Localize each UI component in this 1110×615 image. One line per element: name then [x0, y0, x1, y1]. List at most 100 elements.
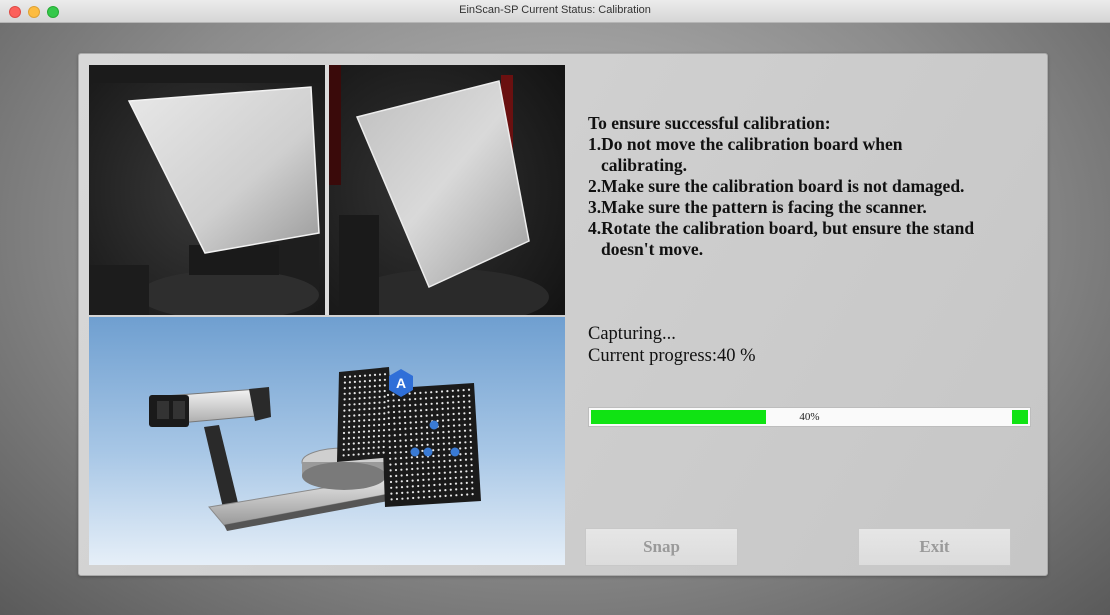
pattern-dot — [382, 429, 386, 432]
pattern-dot — [386, 393, 390, 397]
pattern-dot — [421, 455, 424, 458]
pattern-dot — [411, 491, 415, 494]
pattern-dot — [426, 443, 429, 446]
pattern-dot — [446, 407, 450, 410]
pattern-dot — [405, 462, 408, 465]
pattern-dot — [399, 439, 402, 442]
pattern-dot — [394, 463, 397, 466]
pattern-dot — [452, 407, 455, 410]
pattern-dot — [430, 396, 433, 400]
pattern-dot — [403, 398, 406, 401]
pattern-dot — [387, 411, 390, 414]
pattern-dot — [414, 415, 417, 418]
pattern-dot — [403, 404, 406, 407]
pattern-dot — [378, 412, 381, 415]
instruction-line: 1.Do not move the calibration board when — [588, 134, 903, 154]
pattern-dot — [459, 453, 462, 456]
pattern-dot — [454, 476, 457, 479]
pattern-dot — [449, 488, 452, 491]
pattern-dot — [352, 436, 355, 439]
snap-button[interactable]: Snap — [585, 528, 738, 566]
pattern-dot — [459, 458, 462, 462]
pattern-dot — [353, 420, 356, 423]
pattern-dot — [363, 413, 366, 416]
pattern-dot — [444, 494, 447, 497]
pattern-dot — [377, 446, 380, 449]
pattern-dot — [468, 394, 471, 397]
pattern-dot — [419, 409, 423, 412]
pattern-dot — [415, 438, 418, 441]
pattern-dot — [352, 442, 355, 445]
pattern-dot — [411, 479, 414, 482]
pattern-dot — [463, 423, 466, 426]
pattern-dot — [373, 401, 376, 404]
pattern-dot — [399, 451, 402, 454]
pattern-dot — [353, 386, 356, 389]
pattern-dot — [427, 466, 430, 470]
pattern-dot — [447, 419, 450, 422]
pattern-dot — [362, 452, 365, 456]
pattern-dot — [428, 495, 431, 499]
pattern-dot — [447, 424, 450, 428]
pattern-dot — [451, 389, 454, 392]
pattern-dot — [405, 474, 409, 477]
pattern-dot — [462, 394, 465, 397]
pattern-dot — [362, 447, 365, 450]
pattern-dot — [459, 464, 462, 467]
pattern-dot — [388, 428, 391, 431]
pattern-dot — [442, 425, 445, 428]
pattern-dot — [468, 417, 472, 420]
pattern-dot — [368, 385, 371, 388]
pattern-dot — [383, 395, 386, 398]
pattern-dot — [411, 473, 414, 476]
pattern-dot — [343, 398, 346, 401]
pattern-dot — [433, 483, 436, 487]
pattern-dot — [343, 375, 347, 379]
pattern-dot — [398, 404, 401, 407]
pattern-dot — [431, 443, 435, 446]
pattern-dot — [348, 425, 351, 429]
pattern-dot — [405, 450, 408, 454]
pattern-dot — [428, 490, 431, 493]
pattern-dot — [383, 412, 386, 415]
pattern-dot — [343, 403, 346, 407]
pattern-dot — [441, 402, 444, 405]
pattern-dot — [469, 435, 472, 438]
pattern-dot — [458, 435, 461, 438]
pattern-dot — [457, 412, 461, 415]
pattern-dot — [435, 396, 438, 399]
pattern-dot — [357, 453, 360, 456]
status-text: Capturing... — [588, 324, 676, 344]
pattern-dot — [358, 391, 361, 394]
pattern-dot — [401, 491, 404, 494]
pattern-dot — [417, 484, 420, 488]
exit-button[interactable]: Exit — [858, 528, 1011, 566]
pattern-dot — [442, 431, 445, 434]
pattern-dot — [447, 413, 450, 416]
pattern-dot — [393, 439, 397, 443]
pattern-dot — [347, 448, 350, 451]
pattern-dot — [447, 436, 451, 439]
capture-status: Capturing... Current progress:40 % — [588, 323, 988, 367]
pattern-dot — [399, 433, 402, 436]
pattern-dot — [409, 415, 412, 418]
pattern-dot — [457, 400, 460, 404]
pattern-dot — [403, 410, 406, 413]
pattern-dot — [373, 385, 376, 388]
pattern-dot — [458, 429, 461, 433]
pattern-dot — [389, 457, 392, 460]
pattern-dot — [422, 490, 425, 493]
pattern-dot — [414, 421, 418, 424]
pattern-dot — [441, 413, 444, 416]
pattern-dot — [432, 466, 435, 469]
pattern-dot — [373, 390, 376, 393]
pattern-dot — [378, 395, 381, 399]
pattern-dot — [406, 485, 409, 488]
pattern-dot — [378, 373, 382, 376]
pattern-dot — [444, 489, 447, 492]
pattern-dot — [400, 462, 403, 465]
pattern-dot — [444, 483, 447, 486]
pattern-dot — [378, 401, 381, 404]
pattern-dot — [455, 494, 458, 497]
pattern-dot — [436, 413, 439, 417]
